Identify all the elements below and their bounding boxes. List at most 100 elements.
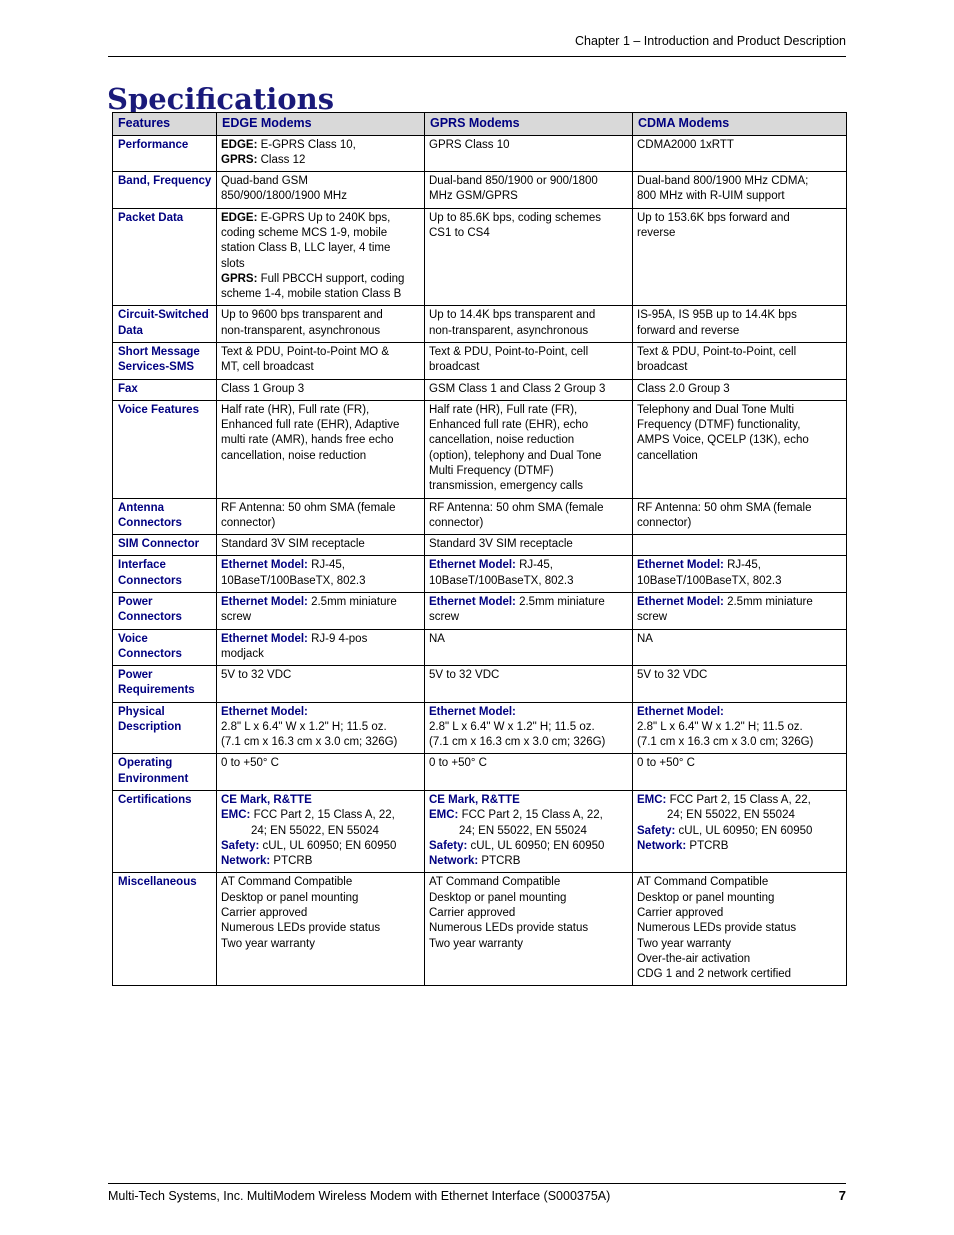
gprs-modems-cell: 5V to 32 VDC xyxy=(424,665,633,703)
cell-line-label: Safety: xyxy=(429,839,468,852)
cell-line: connector) xyxy=(429,516,484,529)
feature-name-cell: Short Message Services-SMS xyxy=(112,342,217,380)
cdma-modems-cell: CDMA2000 1xRTT xyxy=(632,134,847,173)
cell-line: Network: PTCRB xyxy=(637,839,729,852)
gprs-modems-cell: Dual-band 850/1900 or 900/1800 MHz GSM/GP… xyxy=(424,171,633,209)
cell-line: 2.8" L x 6.4" W x 1.2" H; 11.5 oz. xyxy=(221,720,387,733)
cell-line: Two year warranty xyxy=(637,937,731,950)
gprs-modems-cell: Ethernet Model: RJ-45, 10BaseT/100BaseTX,… xyxy=(424,555,633,593)
column-header-gprs-modems: GPRS Modems xyxy=(424,112,633,136)
cell-line: Ethernet Model: xyxy=(221,705,420,720)
cell-line: screw xyxy=(637,611,668,624)
cell-line: 10BaseT/100BaseTX, 802.3 xyxy=(637,574,782,587)
footer-rule xyxy=(108,1183,846,1184)
cell-line: Two year warranty xyxy=(221,937,315,950)
document-page: Chapter 1 – Introduction and Product Des… xyxy=(0,0,954,1235)
gprs-modems-cell: GPRS Class 10 xyxy=(424,134,633,173)
cell-line-label: Safety: xyxy=(637,824,676,837)
cell-line: GPRS: Full PBCCH support, coding xyxy=(221,272,405,285)
cell-line: AT Command Compatible xyxy=(637,876,769,889)
running-header: Chapter 1 – Introduction and Product Des… xyxy=(575,34,846,48)
cell-line: Half rate (HR), Full rate (FR), xyxy=(221,403,370,416)
cell-line: broadcast xyxy=(429,361,480,374)
cell-line-label: Ethernet Model: xyxy=(221,559,308,572)
cell-line: 5V to 32 VDC xyxy=(429,669,500,682)
table-row: Packet Data EDGE: E-GPRS Up to 240K bps, c… xyxy=(112,207,847,307)
cell-line: EMC: FCC Part 2, 15 Class A, 22, xyxy=(429,809,603,822)
column-header-cdma-modems: CDMA Modems xyxy=(632,112,847,136)
gprs-modems-cell: RF Antenna: 50 ohm SMA (female connector) xyxy=(424,497,633,536)
cell-line-label: CE Mark, R&TTE xyxy=(221,794,312,807)
cell-line: 0 to +50° C xyxy=(429,757,487,770)
cell-line: Ethernet Model: 2.5mm miniature xyxy=(429,595,605,608)
footer-text: Multi-Tech Systems, Inc. MultiModem Wire… xyxy=(108,1189,611,1203)
cell-line: (7.1 cm x 16.3 cm x 3.0 cm; 326G) xyxy=(429,736,606,749)
table-row: Miscellaneous AT Command Compatible Deskto… xyxy=(112,872,847,987)
cdma-modems-cell: Telephony and Dual Tone Multi Frequency (… xyxy=(632,399,847,499)
cell-line: RF Antenna: 50 ohm SMA (female xyxy=(429,501,604,514)
cell-line: 5V to 32 VDC xyxy=(637,669,708,682)
cell-line: Ethernet Model: RJ-45, xyxy=(637,559,761,572)
cdma-modems-cell: AT Command Compatible Desktop or panel mo… xyxy=(632,872,847,987)
cell-line: Quad-band GSM xyxy=(221,175,308,188)
cell-line: 10BaseT/100BaseTX, 802.3 xyxy=(429,574,574,587)
cdma-modems-cell: Ethernet Model: 2.8" L x 6.4" W x 1.2" H;… xyxy=(632,701,847,755)
cell-line: CE Mark, R&TTE xyxy=(429,793,628,808)
cell-line: screw xyxy=(221,611,252,624)
cell-line: CDMA2000 1xRTT xyxy=(637,138,734,151)
cell-line-label: Ethernet Model: xyxy=(637,595,724,608)
cdma-modems-cell: 5V to 32 VDC xyxy=(632,665,847,703)
feature-name-cell: Operating Environment xyxy=(112,753,217,792)
cell-line: Desktop or panel mounting xyxy=(637,891,775,904)
table-row: Power Connectors Ethernet Model: 2.5mm mi… xyxy=(112,591,847,630)
table-row: Power Requirements 5V to 32 VDC 5V to 32 V… xyxy=(112,665,847,703)
cell-line: AMPS Voice, QCELP (13K), echo xyxy=(637,434,809,447)
cell-line: NA xyxy=(429,632,445,645)
cell-line: connector) xyxy=(221,516,276,529)
cell-line: Network: PTCRB xyxy=(221,855,313,868)
cell-line: Up to 85.6K bps, coding schemes xyxy=(429,211,601,224)
cell-line: 24; EN 55022, EN 55024 xyxy=(459,824,587,837)
table-header: Features EDGE Modems GPRS Modems CDMA Mo… xyxy=(112,112,847,136)
cell-line: Ethernet Model: RJ-45, xyxy=(221,559,345,572)
feature-name-cell: SIM Connector xyxy=(112,534,217,557)
cell-line-label: Ethernet Model: xyxy=(637,559,724,572)
edge-modems-cell: EDGE: E-GPRS Class 10, GPRS: Class 12 xyxy=(216,134,425,173)
edge-modems-cell: Ethernet Model: RJ-9 4-pos modjack xyxy=(216,628,425,667)
gprs-modems-cell: NA xyxy=(424,628,633,667)
cell-line: AT Command Compatible xyxy=(429,876,561,889)
cdma-modems-cell: 0 to +50° C xyxy=(632,753,847,792)
cell-line-label: Network: xyxy=(429,855,479,868)
cdma-modems-cell: RF Antenna: 50 ohm SMA (female connector) xyxy=(632,497,847,536)
edge-modems-cell: 0 to +50° C xyxy=(216,753,425,792)
cell-line-label: Network: xyxy=(637,839,687,852)
cell-line: Enhanced full rate (EHR), echo xyxy=(429,419,589,432)
cell-line: Half rate (HR), Full rate (FR), xyxy=(429,403,578,416)
running-footer: Multi-Tech Systems, Inc. MultiModem Wire… xyxy=(108,1188,846,1203)
cdma-modems-cell: IS-95A, IS 95B up to 14.4K bps forward an… xyxy=(632,305,847,343)
cell-line: Ethernet Model: 2.5mm miniature xyxy=(637,595,813,608)
cell-line: (option), telephony and Dual Tone xyxy=(429,449,602,462)
cell-line: reverse xyxy=(637,227,676,240)
cell-line: Dual-band 800/1900 MHz CDMA; xyxy=(637,175,809,188)
cell-line-label: EMC: xyxy=(429,809,459,822)
cell-line: Text & PDU, Point-to-Point MO & xyxy=(221,346,390,358)
cell-line: 10BaseT/100BaseTX, 802.3 xyxy=(221,574,366,587)
cell-line: Safety: cUL, UL 60950; EN 60950 xyxy=(429,839,605,852)
cell-line: Ethernet Model: xyxy=(429,705,628,720)
cell-line-label: Safety: xyxy=(221,839,260,852)
cell-line: station Class B, LLC layer, 4 time xyxy=(221,242,391,255)
cell-line: cancellation, noise reduction xyxy=(221,449,367,462)
table-row: Circuit-Switched Data Up to 9600 bps tran… xyxy=(112,305,847,343)
table-row: Voice Features Half rate (HR), Full rate … xyxy=(112,399,847,499)
cell-line-label: Ethernet Model: xyxy=(221,595,308,608)
cell-line: IS-95A, IS 95B up to 14.4K bps xyxy=(637,309,797,322)
feature-name-cell: Antenna Connectors xyxy=(112,497,217,536)
edge-modems-cell: Ethernet Model: RJ-45, 10BaseT/100BaseTX,… xyxy=(216,555,425,593)
cell-line: EDGE: E-GPRS Up to 240K bps, xyxy=(221,211,391,224)
cell-line: 5V to 32 VDC xyxy=(221,669,292,682)
table-row: Physical Description Ethernet Model: 2.8" … xyxy=(112,701,847,755)
cell-line: 2.8" L x 6.4" W x 1.2" H; 11.5 oz. xyxy=(637,720,803,733)
gprs-modems-cell: Up to 85.6K bps, coding schemes CS1 to CS… xyxy=(424,207,633,307)
cell-line: NA xyxy=(637,632,653,645)
